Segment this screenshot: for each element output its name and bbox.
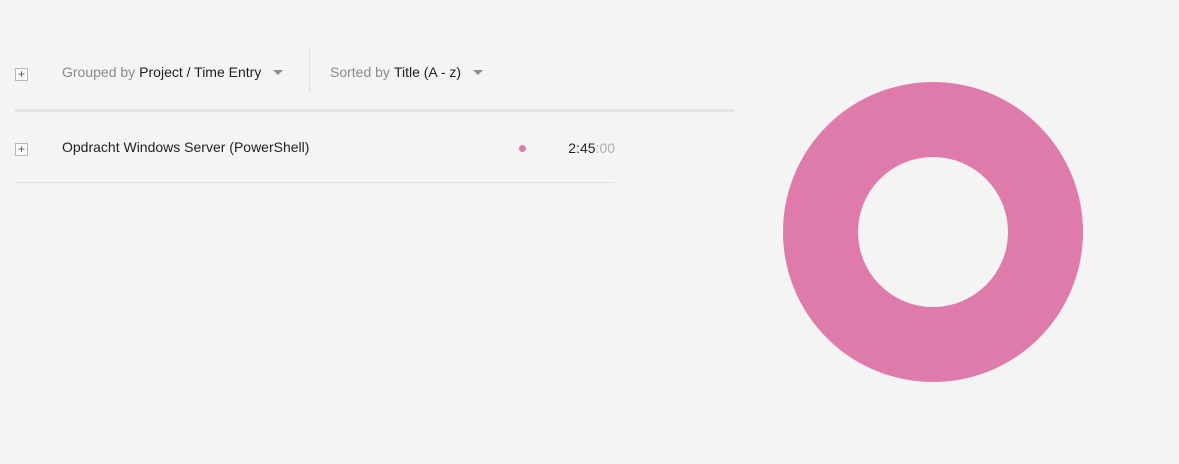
report-toolbar: + Grouped by Project / Time Entry Sorted… [15,48,735,112]
expand-row-toggle[interactable]: + [15,143,28,156]
sorting-value: Title (A - z) [393,64,462,80]
sorting-dropdown[interactable]: Sorted by Title (A - z) [330,50,484,94]
chevron-down-icon [473,70,484,75]
chevron-down-icon [273,70,284,75]
project-title: Opdracht Windows Server (PowerShell) [62,139,310,155]
project-donut-chart [783,82,1083,382]
sorting-prefix: Sorted by [330,64,390,80]
toolbar-divider [309,48,310,92]
grouping-dropdown[interactable]: Grouped by Project / Time Entry [62,50,284,94]
grouping-prefix: Grouped by [62,64,136,80]
donut-slice-0[interactable] [783,82,1083,382]
project-row[interactable]: + Opdracht Windows Server (PowerShell) 2… [15,113,615,183]
report-view: + Grouped by Project / Time Entry Sorted… [0,0,1179,464]
project-duration: 2:45:00 [568,140,615,156]
duration-seconds: :00 [595,140,615,156]
grouping-value: Project / Time Entry [139,64,262,80]
duration-hours-minutes: 2:45 [568,140,596,156]
project-color-dot [519,145,526,152]
expand-all-toggle[interactable]: + [15,68,28,81]
